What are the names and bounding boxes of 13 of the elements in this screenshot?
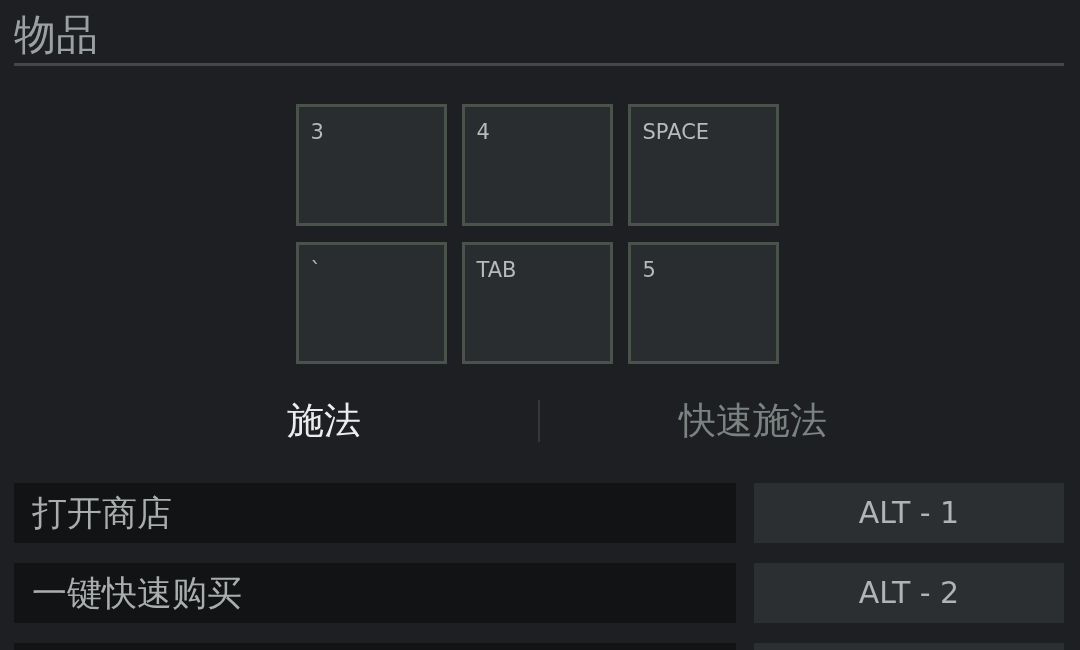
item-slot[interactable]: 5 — [627, 242, 779, 364]
item-slot[interactable]: 4 — [461, 104, 613, 226]
cast-mode-tab[interactable]: 快速施法 — [539, 394, 967, 448]
hotkey-label: 一键快速购买 — [14, 563, 736, 623]
item-slot[interactable]: 3 — [295, 104, 447, 226]
section-title: 物品 — [14, 9, 98, 61]
item-slot[interactable]: TAB — [461, 242, 613, 364]
key-binding-button[interactable]: ALT - 2 — [754, 563, 1064, 623]
item-slot[interactable]: SPACE — [627, 104, 779, 226]
item-slot[interactable]: ` — [295, 242, 447, 364]
hotkey-label: 打开商店 — [14, 483, 736, 543]
cast-mode-tab[interactable]: 施法 — [110, 394, 538, 448]
key-binding-button[interactable]: ALT - 1 — [754, 483, 1064, 543]
